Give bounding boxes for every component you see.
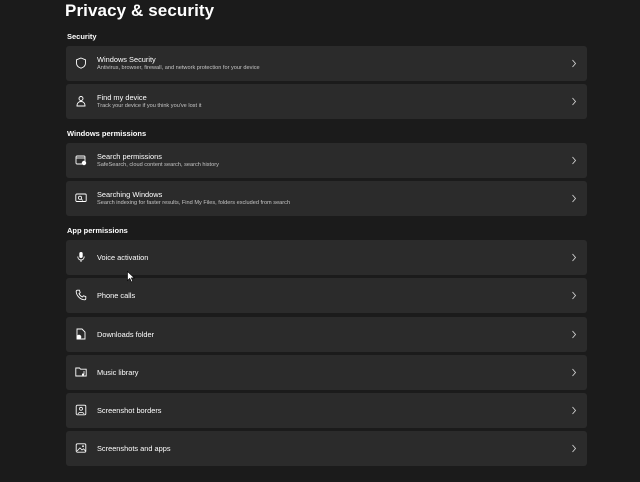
item-label: Screenshot borders — [97, 406, 162, 415]
chevron-right-icon — [571, 406, 577, 415]
page-title: Privacy & security — [65, 1, 215, 20]
item-label: Search permissions — [97, 152, 162, 161]
microphone-icon — [75, 251, 87, 263]
chevron-right-icon — [571, 291, 577, 300]
shield-icon — [75, 57, 87, 69]
section-header-app-permissions: App permissions — [67, 226, 128, 235]
phone-icon — [75, 289, 87, 301]
item-label: Downloads folder — [97, 330, 155, 339]
chevron-right-icon — [571, 253, 577, 262]
search-settings-icon — [75, 154, 87, 166]
settings-item-search-permissions[interactable]: Search permissions SafeSearch, cloud con… — [66, 143, 587, 178]
item-label: Find my device — [97, 93, 147, 102]
section-header-security: Security — [67, 32, 97, 41]
settings-item-music-library[interactable]: Music library — [66, 355, 587, 390]
item-description: SafeSearch, cloud content search, search… — [97, 162, 219, 168]
chevron-right-icon — [571, 59, 577, 68]
settings-item-screenshot-borders[interactable]: Screenshot borders — [66, 393, 587, 428]
item-label: Voice activation — [97, 253, 149, 262]
settings-item-phone-calls[interactable]: Phone calls — [66, 278, 587, 313]
item-description: Antivirus, browser, firewall, and networ… — [97, 65, 260, 71]
screenshot-border-icon — [75, 404, 87, 416]
chevron-right-icon — [571, 194, 577, 203]
item-label: Windows Security — [97, 55, 156, 64]
item-label: Phone calls — [97, 291, 136, 300]
settings-item-voice-activation[interactable]: Voice activation — [66, 240, 587, 275]
mouse-pointer-icon — [127, 270, 136, 283]
search-window-icon — [75, 192, 87, 204]
settings-item-screenshots-and-apps[interactable]: Screenshots and apps — [66, 431, 587, 466]
item-label: Screenshots and apps — [97, 444, 171, 453]
settings-item-windows-security[interactable]: Windows Security Antivirus, browser, fir… — [66, 46, 587, 81]
item-label: Searching Windows — [97, 190, 163, 199]
download-file-icon — [75, 328, 87, 340]
settings-item-downloads-folder[interactable]: Downloads folder — [66, 317, 587, 352]
item-description: Search indexing for faster results, Find… — [97, 200, 291, 206]
settings-item-searching-windows[interactable]: Searching Windows Search indexing for fa… — [66, 181, 587, 216]
music-folder-icon — [75, 366, 87, 378]
section-header-windows-permissions: Windows permissions — [67, 129, 147, 138]
item-description: Track your device if you think you've lo… — [97, 103, 202, 109]
chevron-right-icon — [571, 444, 577, 453]
chevron-right-icon — [571, 330, 577, 339]
item-label: Music library — [97, 368, 139, 377]
screenshot-apps-icon — [75, 442, 87, 454]
chevron-right-icon — [571, 97, 577, 106]
chevron-right-icon — [571, 156, 577, 165]
settings-item-find-my-device[interactable]: Find my device Track your device if you … — [66, 84, 587, 119]
chevron-right-icon — [571, 368, 577, 377]
person-pin-icon — [75, 95, 87, 107]
